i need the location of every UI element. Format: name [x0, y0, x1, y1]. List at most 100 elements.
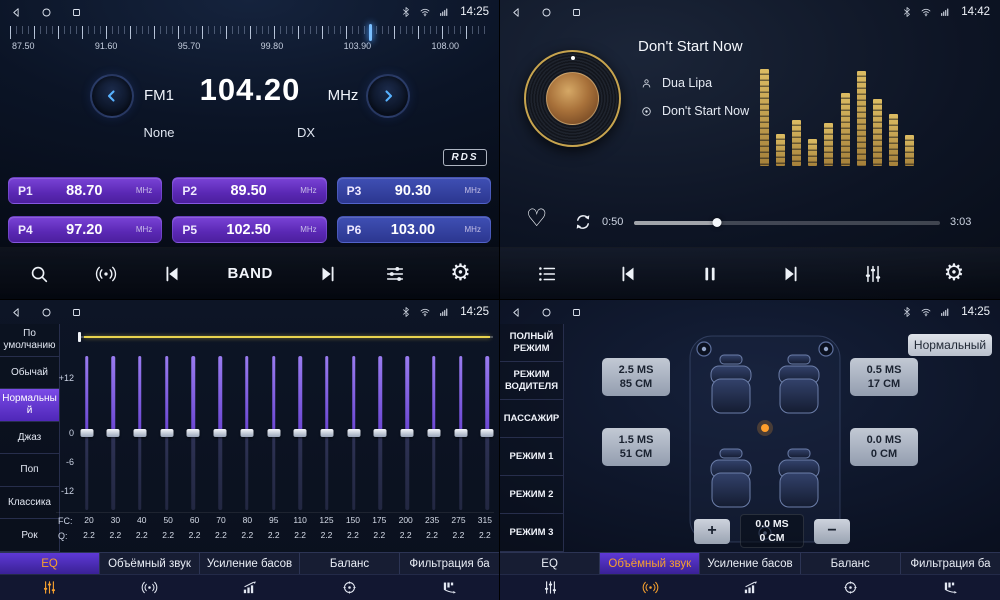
surround-mode-item[interactable]: РЕЖИМ 3 [500, 514, 563, 552]
nav-back-icon[interactable] [10, 306, 23, 319]
delay-rear-left-button[interactable]: 1.5 MS 51 CM [602, 428, 670, 466]
tab-filter-button[interactable] [399, 575, 499, 600]
eq-band-knob[interactable] [481, 429, 494, 437]
nav-home-icon[interactable] [40, 6, 53, 19]
eq-band-slider[interactable] [267, 356, 280, 510]
nav-back-icon[interactable] [510, 306, 523, 319]
eq-band-slider[interactable] [294, 356, 307, 510]
eq-band-slider[interactable] [160, 356, 173, 510]
eq-band-knob[interactable] [294, 429, 307, 437]
surround-mode-item[interactable]: ПАССАЖИР [500, 400, 563, 438]
eq-master-handle[interactable] [78, 332, 81, 342]
tab-eq[interactable]: EQ [0, 553, 100, 574]
eq-band-slider[interactable] [454, 356, 467, 510]
audio-mixer-button[interactable] [384, 263, 406, 285]
eq-band-knob[interactable] [187, 429, 200, 437]
tab-surround-button[interactable] [100, 575, 200, 600]
eq-band-slider[interactable] [374, 356, 387, 510]
delay-front-right-button[interactable]: 0.5 MS 17 CM [850, 358, 918, 396]
eq-band-slider[interactable] [187, 356, 200, 510]
surround-mode-item[interactable]: ПОЛНЫЙ РЕЖИМ [500, 324, 563, 362]
eq-band-knob[interactable] [160, 429, 173, 437]
tab-surround-sound[interactable]: Объёмный звук [600, 553, 700, 574]
progress-knob[interactable] [712, 218, 721, 227]
nav-recents-icon[interactable] [570, 6, 583, 19]
eq-band-slider[interactable] [347, 356, 360, 510]
next-station-button[interactable] [317, 263, 339, 285]
eq-band-knob[interactable] [320, 429, 333, 437]
eq-band-knob[interactable] [347, 429, 360, 437]
tab-filter-button[interactable] [900, 575, 1000, 600]
tab-balance[interactable]: Баланс [300, 553, 400, 574]
playlist-button[interactable] [536, 263, 558, 285]
eq-band-slider[interactable] [320, 356, 333, 510]
eq-preset-item[interactable]: Нормальный [0, 389, 59, 422]
eq-band-knob[interactable] [80, 429, 93, 437]
progress-bar[interactable] [634, 221, 940, 225]
preset-button[interactable]: P289.50MHz [172, 177, 326, 204]
next-track-button[interactable] [780, 263, 802, 285]
previous-track-button[interactable] [617, 263, 639, 285]
eq-band-slider[interactable] [214, 356, 227, 510]
settings-button[interactable]: ⚙ [944, 262, 965, 285]
tab-filter[interactable]: Фильтрация ба [901, 553, 1000, 574]
eq-preset-item[interactable]: По умолчанию [0, 324, 59, 357]
nav-back-icon[interactable] [10, 6, 23, 19]
tab-eq-button[interactable] [0, 575, 100, 600]
surround-mode-item[interactable]: РЕЖИМ ВОДИТЕЛЯ [500, 362, 563, 400]
tab-balance[interactable]: Баланс [801, 553, 901, 574]
tab-balance-button[interactable] [299, 575, 399, 600]
eq-band-knob[interactable] [133, 429, 146, 437]
repeat-button[interactable] [572, 211, 594, 233]
eq-band-slider[interactable] [481, 356, 494, 510]
audio-mixer-button[interactable] [862, 263, 884, 285]
scan-stations-button[interactable] [95, 263, 117, 285]
tab-filter[interactable]: Фильтрация ба [400, 553, 499, 574]
eq-band-knob[interactable] [374, 429, 387, 437]
tab-surround-sound[interactable]: Объёмный звук [100, 553, 200, 574]
delay-rear-right-button[interactable]: 0.0 MS 0 CM [850, 428, 918, 466]
favorite-button[interactable]: ♡ [526, 206, 548, 230]
tab-eq[interactable]: EQ [500, 553, 600, 574]
surround-mode-item[interactable]: РЕЖИМ 2 [500, 476, 563, 514]
tab-surround-button[interactable] [600, 575, 700, 600]
eq-band-slider[interactable] [401, 356, 414, 510]
eq-preset-item[interactable]: Классика [0, 487, 59, 520]
settings-button[interactable]: ⚙ [450, 262, 471, 285]
nav-recents-icon[interactable] [70, 6, 83, 19]
surround-mode-item[interactable]: РЕЖИМ 1 [500, 438, 563, 476]
eq-preset-item[interactable]: Обычай [0, 357, 59, 390]
tab-bass-button[interactable] [200, 575, 300, 600]
eq-band-knob[interactable] [214, 429, 227, 437]
tab-eq-button[interactable] [500, 575, 600, 600]
delay-increase-button[interactable]: + [694, 519, 730, 544]
eq-band-knob[interactable] [427, 429, 440, 437]
eq-band-knob[interactable] [267, 429, 280, 437]
sound-profile-button[interactable]: Нормальный [908, 334, 992, 356]
tab-balance-button[interactable] [800, 575, 900, 600]
delay-front-left-button[interactable]: 2.5 MS 85 CM [602, 358, 670, 396]
eq-band-knob[interactable] [240, 429, 253, 437]
previous-station-button[interactable] [161, 263, 183, 285]
eq-band-slider[interactable] [240, 356, 253, 510]
eq-band-slider[interactable] [133, 356, 146, 510]
preset-button[interactable]: P188.70MHz [8, 177, 162, 204]
preset-button[interactable]: P6103.00MHz [337, 216, 491, 243]
preset-button[interactable]: P5102.50MHz [172, 216, 326, 243]
eq-master-slider[interactable] [78, 331, 493, 343]
band-button[interactable]: BAND [227, 265, 272, 282]
eq-band-knob[interactable] [401, 429, 414, 437]
eq-band-knob[interactable] [107, 429, 120, 437]
tune-down-button[interactable] [90, 74, 134, 118]
eq-band-slider[interactable] [107, 356, 120, 510]
tab-bass-boost[interactable]: Усиление басов [700, 553, 800, 574]
search-button[interactable] [28, 263, 50, 285]
preset-button[interactable]: P497.20MHz [8, 216, 162, 243]
eq-preset-item[interactable]: Джаз [0, 422, 59, 455]
preset-button[interactable]: P390.30MHz [337, 177, 491, 204]
eq-band-slider[interactable] [427, 356, 440, 510]
delay-decrease-button[interactable]: − [814, 519, 850, 544]
nav-home-icon[interactable] [540, 6, 553, 19]
nav-recents-icon[interactable] [70, 306, 83, 319]
tab-bass-button[interactable] [700, 575, 800, 600]
